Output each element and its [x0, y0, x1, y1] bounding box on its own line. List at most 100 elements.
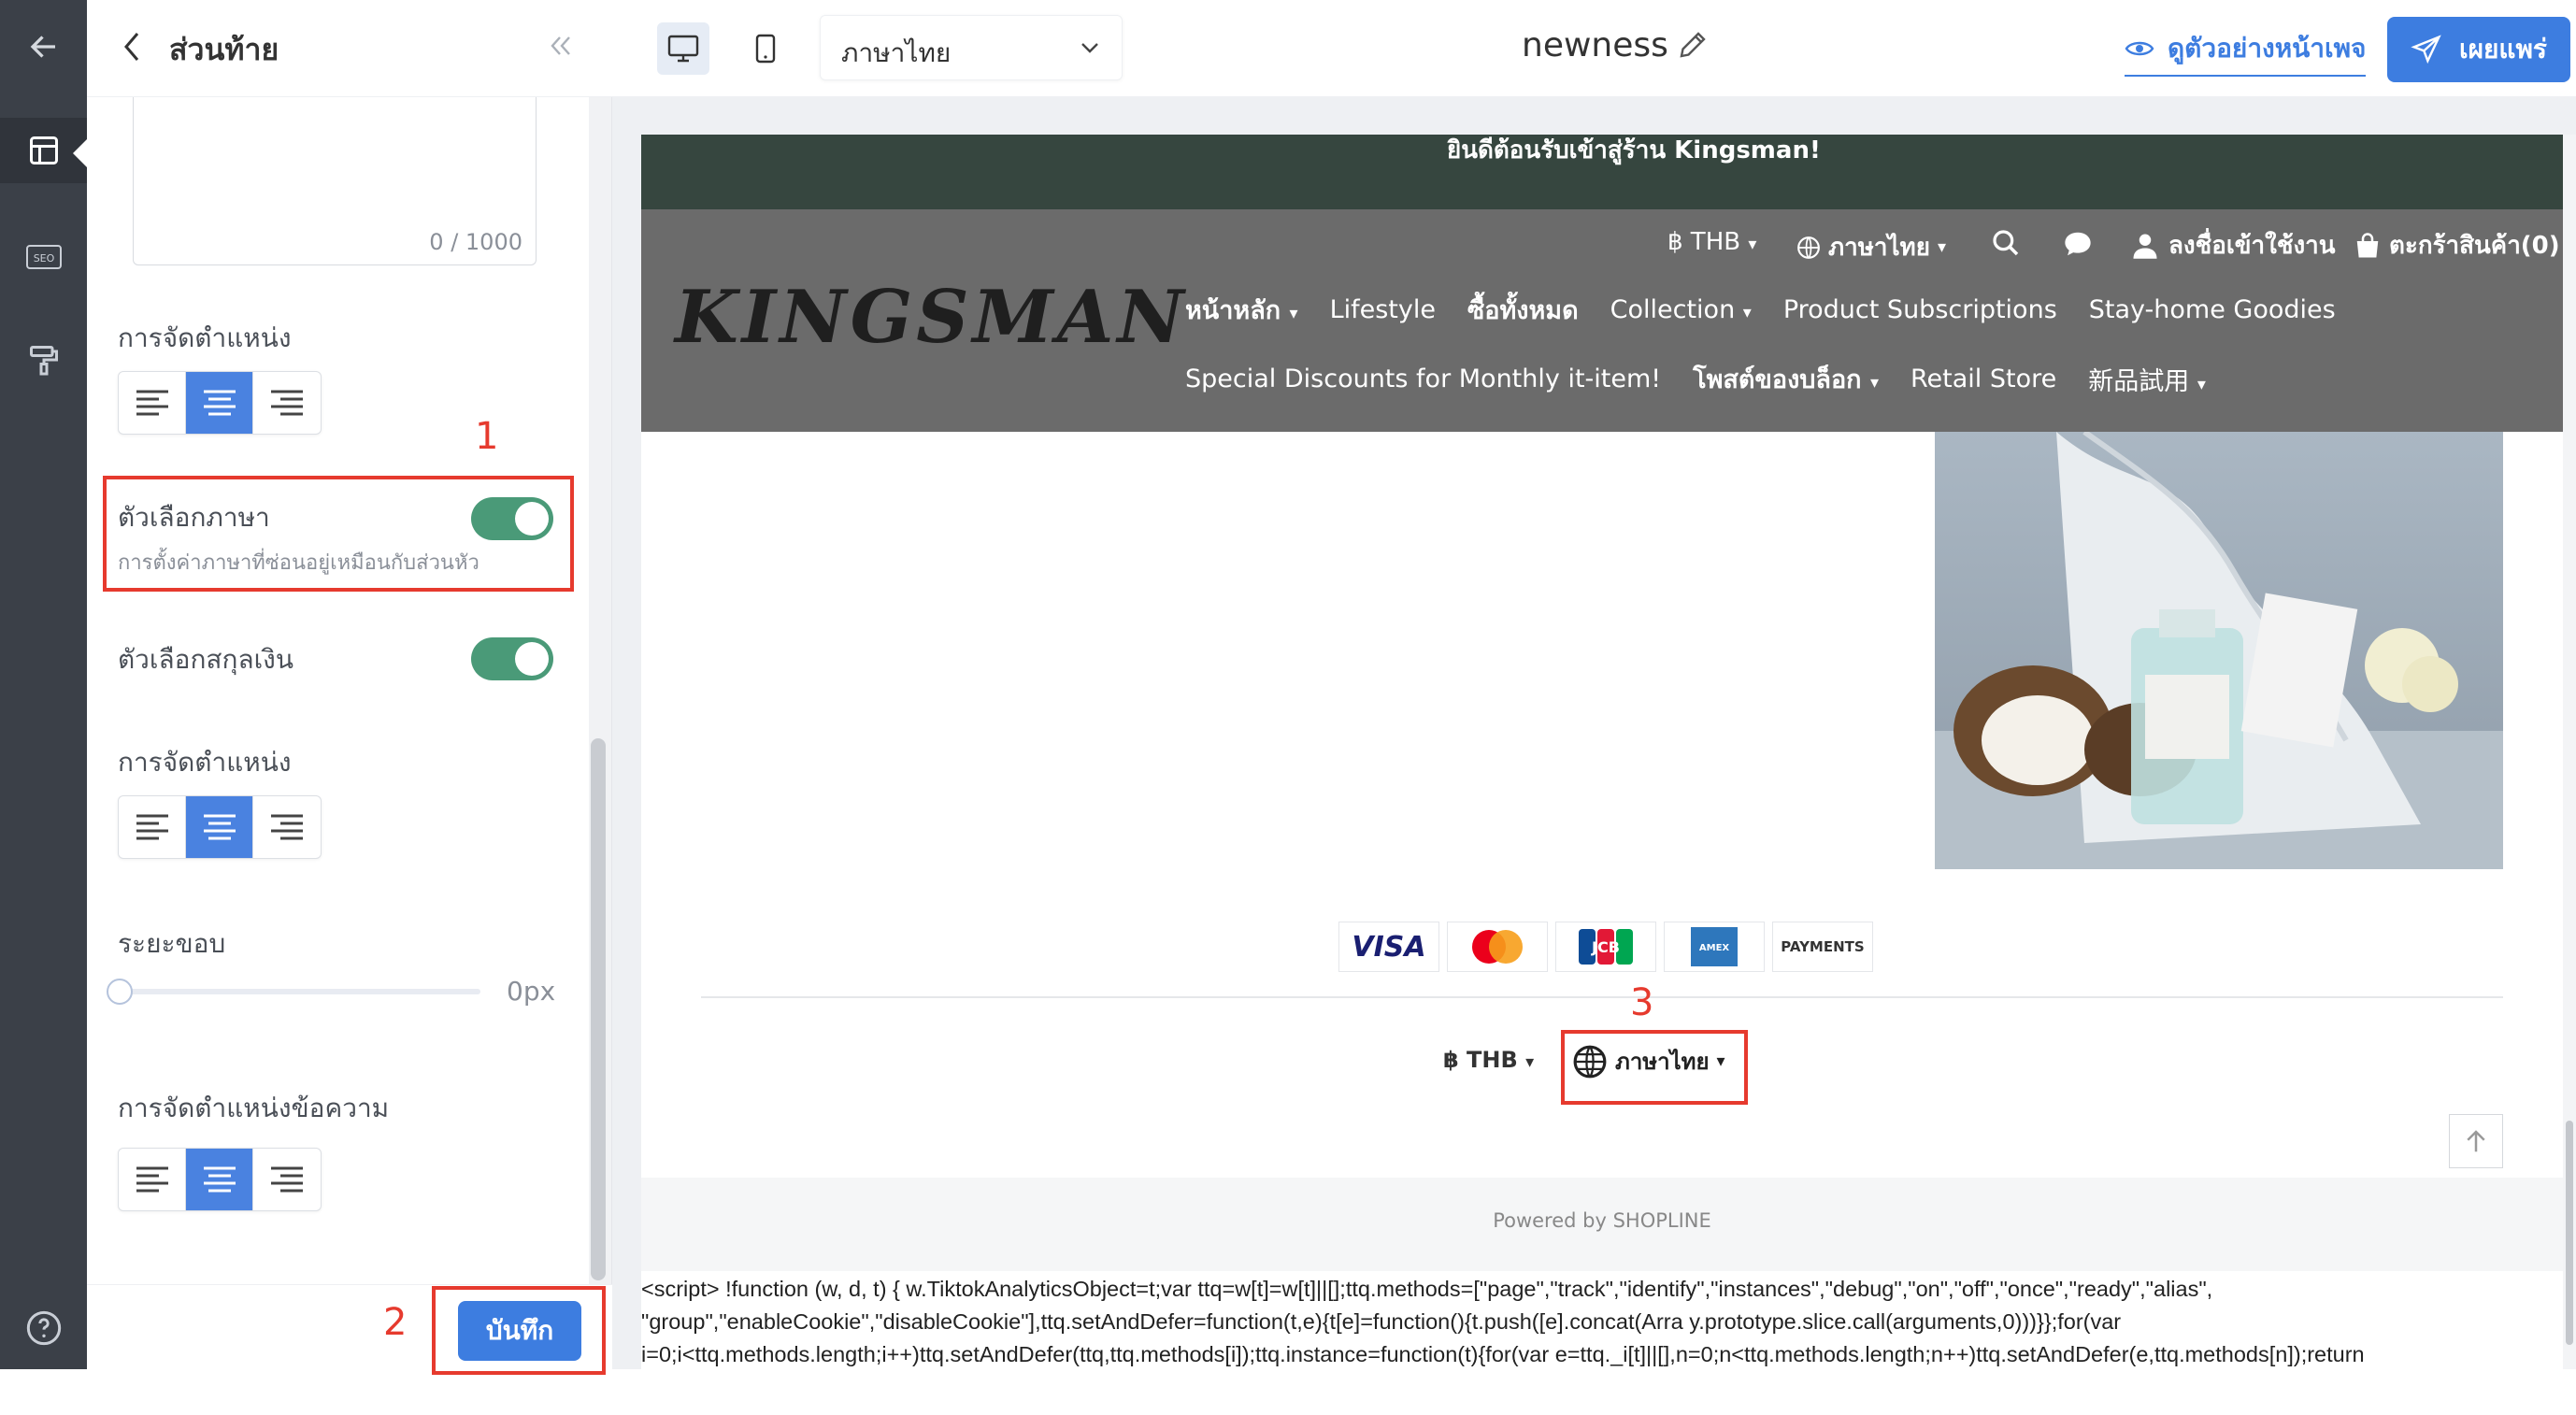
chevron-left-icon[interactable] — [121, 30, 143, 67]
cart-link[interactable]: ตะกร้าสินค้า(0) — [2354, 226, 2560, 264]
align-left-button[interactable] — [119, 372, 186, 434]
header-language[interactable]: ภาษาไทย ▾ — [1796, 228, 1946, 266]
footer-divider — [701, 996, 2503, 998]
align-left-button-2[interactable] — [119, 796, 186, 858]
seo-icon[interactable]: SEO — [0, 224, 87, 290]
margin-slider-handle[interactable] — [107, 979, 133, 1005]
powered-by-bar: Powered by SHOPLINE — [641, 1178, 2563, 1271]
store-logo[interactable]: KINGSMAN — [675, 275, 1188, 360]
alignment-buttons — [118, 371, 322, 435]
annotation-number-1: 1 — [475, 415, 499, 458]
margin-value: 0px — [507, 976, 556, 1007]
publish-label: เผยแพร่ — [2459, 34, 2547, 64]
currency-selector-toggle[interactable] — [471, 637, 553, 680]
margin-slider-track[interactable] — [118, 989, 480, 994]
globe-icon — [1797, 236, 1820, 259]
menu-item-home[interactable]: หน้าหลัก ▾ — [1185, 290, 1298, 330]
header-currency[interactable]: ฿ THB ▾ — [1667, 228, 1756, 256]
language-selector-toggle[interactable] — [471, 497, 553, 540]
visa-icon: VISA — [1338, 922, 1439, 972]
mastercard-icon — [1447, 922, 1548, 972]
header-language-label: ภาษาไทย — [1828, 234, 1930, 262]
user-icon — [2133, 234, 2157, 259]
footer-text-textarea[interactable]: 0 / 1000 — [133, 97, 537, 265]
menu-item-special-discounts[interactable]: Special Discounts for Monthly it-item! — [1185, 364, 1661, 393]
mobile-view-button[interactable] — [739, 22, 792, 75]
eye-icon — [2125, 41, 2154, 56]
search-icon[interactable] — [1991, 228, 2021, 262]
payment-icons: VISA JCB AMEX PAYMENTS — [1338, 922, 1873, 972]
menu-item-collection[interactable]: Collection ▾ — [1610, 295, 1752, 324]
align-center-button[interactable] — [186, 372, 253, 434]
script-line-1: <script> !function (w, d, t) { w.TiktokA… — [641, 1277, 2213, 1301]
menu-item-blog[interactable]: โพสต์ของบล็อก ▾ — [1693, 359, 1879, 399]
preview-scrollbar[interactable] — [2563, 135, 2576, 1369]
store-header: KINGSMAN ฿ THB ▾ ภาษาไทย ▾ ลงชื่อเข้าใช้ง… — [641, 209, 2563, 432]
script-code-text: <script> !function (w, d, t) { w.TiktokA… — [641, 1273, 2563, 1369]
editor-toolbar: ภาษาไทย newness ดูตัวอย่างหน้าเพจ เผยแพร… — [612, 0, 2576, 97]
text-align-left-button[interactable] — [119, 1149, 186, 1210]
language-select-value: ภาษาไทย — [841, 37, 952, 68]
menu-item-subscriptions[interactable]: Product Subscriptions — [1783, 295, 2057, 324]
help-icon[interactable] — [0, 1295, 87, 1361]
chat-icon[interactable] — [2062, 230, 2094, 262]
menu-item-retail-store[interactable]: Retail Store — [1911, 364, 2056, 393]
text-alignment-buttons — [118, 1148, 322, 1211]
menu-item-new-trial-label: 新品試用 — [2088, 367, 2190, 396]
page-name: newness — [1522, 26, 1668, 64]
storefront-preview: ยินดีต้อนรับเข้าสู่ร้าน Kingsman! KINGSM… — [641, 135, 2563, 1369]
send-icon — [2411, 35, 2441, 64]
menu-item-blog-label: โพสต์ของบล็อก — [1693, 365, 1862, 394]
margin-label: ระยะขอบ — [118, 928, 226, 959]
menu-item-new-trial[interactable]: 新品試用 ▾ — [2088, 361, 2206, 397]
menu-item-lifestyle[interactable]: Lifestyle — [1330, 295, 1436, 324]
amex-icon: AMEX — [1664, 922, 1765, 972]
preview-link[interactable]: ดูตัวอย่างหน้าเพจ — [2125, 28, 2367, 77]
back-arrow-icon[interactable] — [0, 14, 87, 79]
desktop-view-button[interactable] — [657, 22, 709, 75]
login-link[interactable]: ลงชื่อเข้าใช้งาน — [2131, 226, 2336, 264]
login-label: ลงชื่อเข้าใช้งาน — [2168, 232, 2336, 260]
menu-item-stay-home[interactable]: Stay-home Goodies — [2089, 295, 2336, 324]
align-right-button-2[interactable] — [253, 796, 321, 858]
footer-currency[interactable]: ฿ THB ▾ — [1443, 1047, 1534, 1073]
globe-icon — [1573, 1045, 1607, 1078]
annotation-number-2: 2 — [383, 1301, 408, 1344]
align-center-button-2[interactable] — [186, 796, 253, 858]
edit-pencil-icon[interactable] — [1676, 28, 1710, 65]
text-alignment-label: การจัดตำแหน่งข้อความ — [118, 1093, 390, 1123]
announcement-text: ยินดีต้อนรับเข้าสู่ร้าน Kingsman! — [1447, 136, 1821, 164]
paint-roller-icon[interactable] — [0, 327, 87, 393]
panel-header: ส่วนท้าย — [87, 0, 612, 97]
panel-scrollbar[interactable] — [589, 97, 611, 1284]
svg-text:SEO: SEO — [33, 252, 54, 264]
menu-item-home-label: หน้าหลัก — [1185, 296, 1281, 325]
back-to-top-button[interactable] — [2449, 1114, 2503, 1168]
footer-language-label: ภาษาไทย — [1615, 1049, 1710, 1075]
align-right-button[interactable] — [253, 372, 321, 434]
payments-icon: PAYMENTS — [1772, 922, 1873, 972]
svg-text:AMEX: AMEX — [1699, 943, 1730, 953]
language-select[interactable]: ภาษาไทย — [820, 15, 1123, 80]
powered-by-text: Powered by SHOPLINE — [1493, 1209, 1711, 1232]
collapse-panel-icon[interactable] — [547, 32, 575, 64]
jcb-icon: JCB — [1555, 922, 1656, 972]
save-button[interactable]: บันทึก — [458, 1301, 581, 1361]
char-counter: 0 / 1000 — [429, 229, 522, 255]
footer-language-selector[interactable]: ภาษาไทย ▾ — [1572, 1043, 1725, 1079]
script-line-2: "group","enableCookie","disableCookie"],… — [641, 1309, 2122, 1334]
alignment-label-2: การจัดตำแหน่ง — [118, 747, 292, 778]
main-menu-row-1: หน้าหลัก ▾ Lifestyle ซื้อทั้งหมด Collect… — [1185, 290, 2336, 330]
alignment-label: การจัดตำแหน่ง — [118, 322, 292, 353]
header-currency-label: ฿ THB — [1667, 228, 1741, 256]
panel-scroll-area: 0 / 1000 การจัดตำแหน่ง 1 ตัวเลือกภาษา กา… — [90, 97, 585, 1275]
chevron-down-icon — [1079, 38, 1101, 61]
currency-selector-label: ตัวเลือกสกุลเงิน — [118, 644, 293, 675]
text-align-center-button[interactable] — [186, 1149, 253, 1210]
text-align-right-button[interactable] — [253, 1149, 321, 1210]
shopping-bag-icon — [2356, 232, 2379, 257]
menu-item-shop-all[interactable]: ซื้อทั้งหมด — [1467, 290, 1579, 330]
footer-currency-label: ฿ THB — [1443, 1047, 1518, 1073]
publish-button[interactable]: เผยแพร่ — [2387, 17, 2570, 82]
announcement-bar: ยินดีต้อนรับเข้าสู่ร้าน Kingsman! — [641, 135, 2563, 209]
